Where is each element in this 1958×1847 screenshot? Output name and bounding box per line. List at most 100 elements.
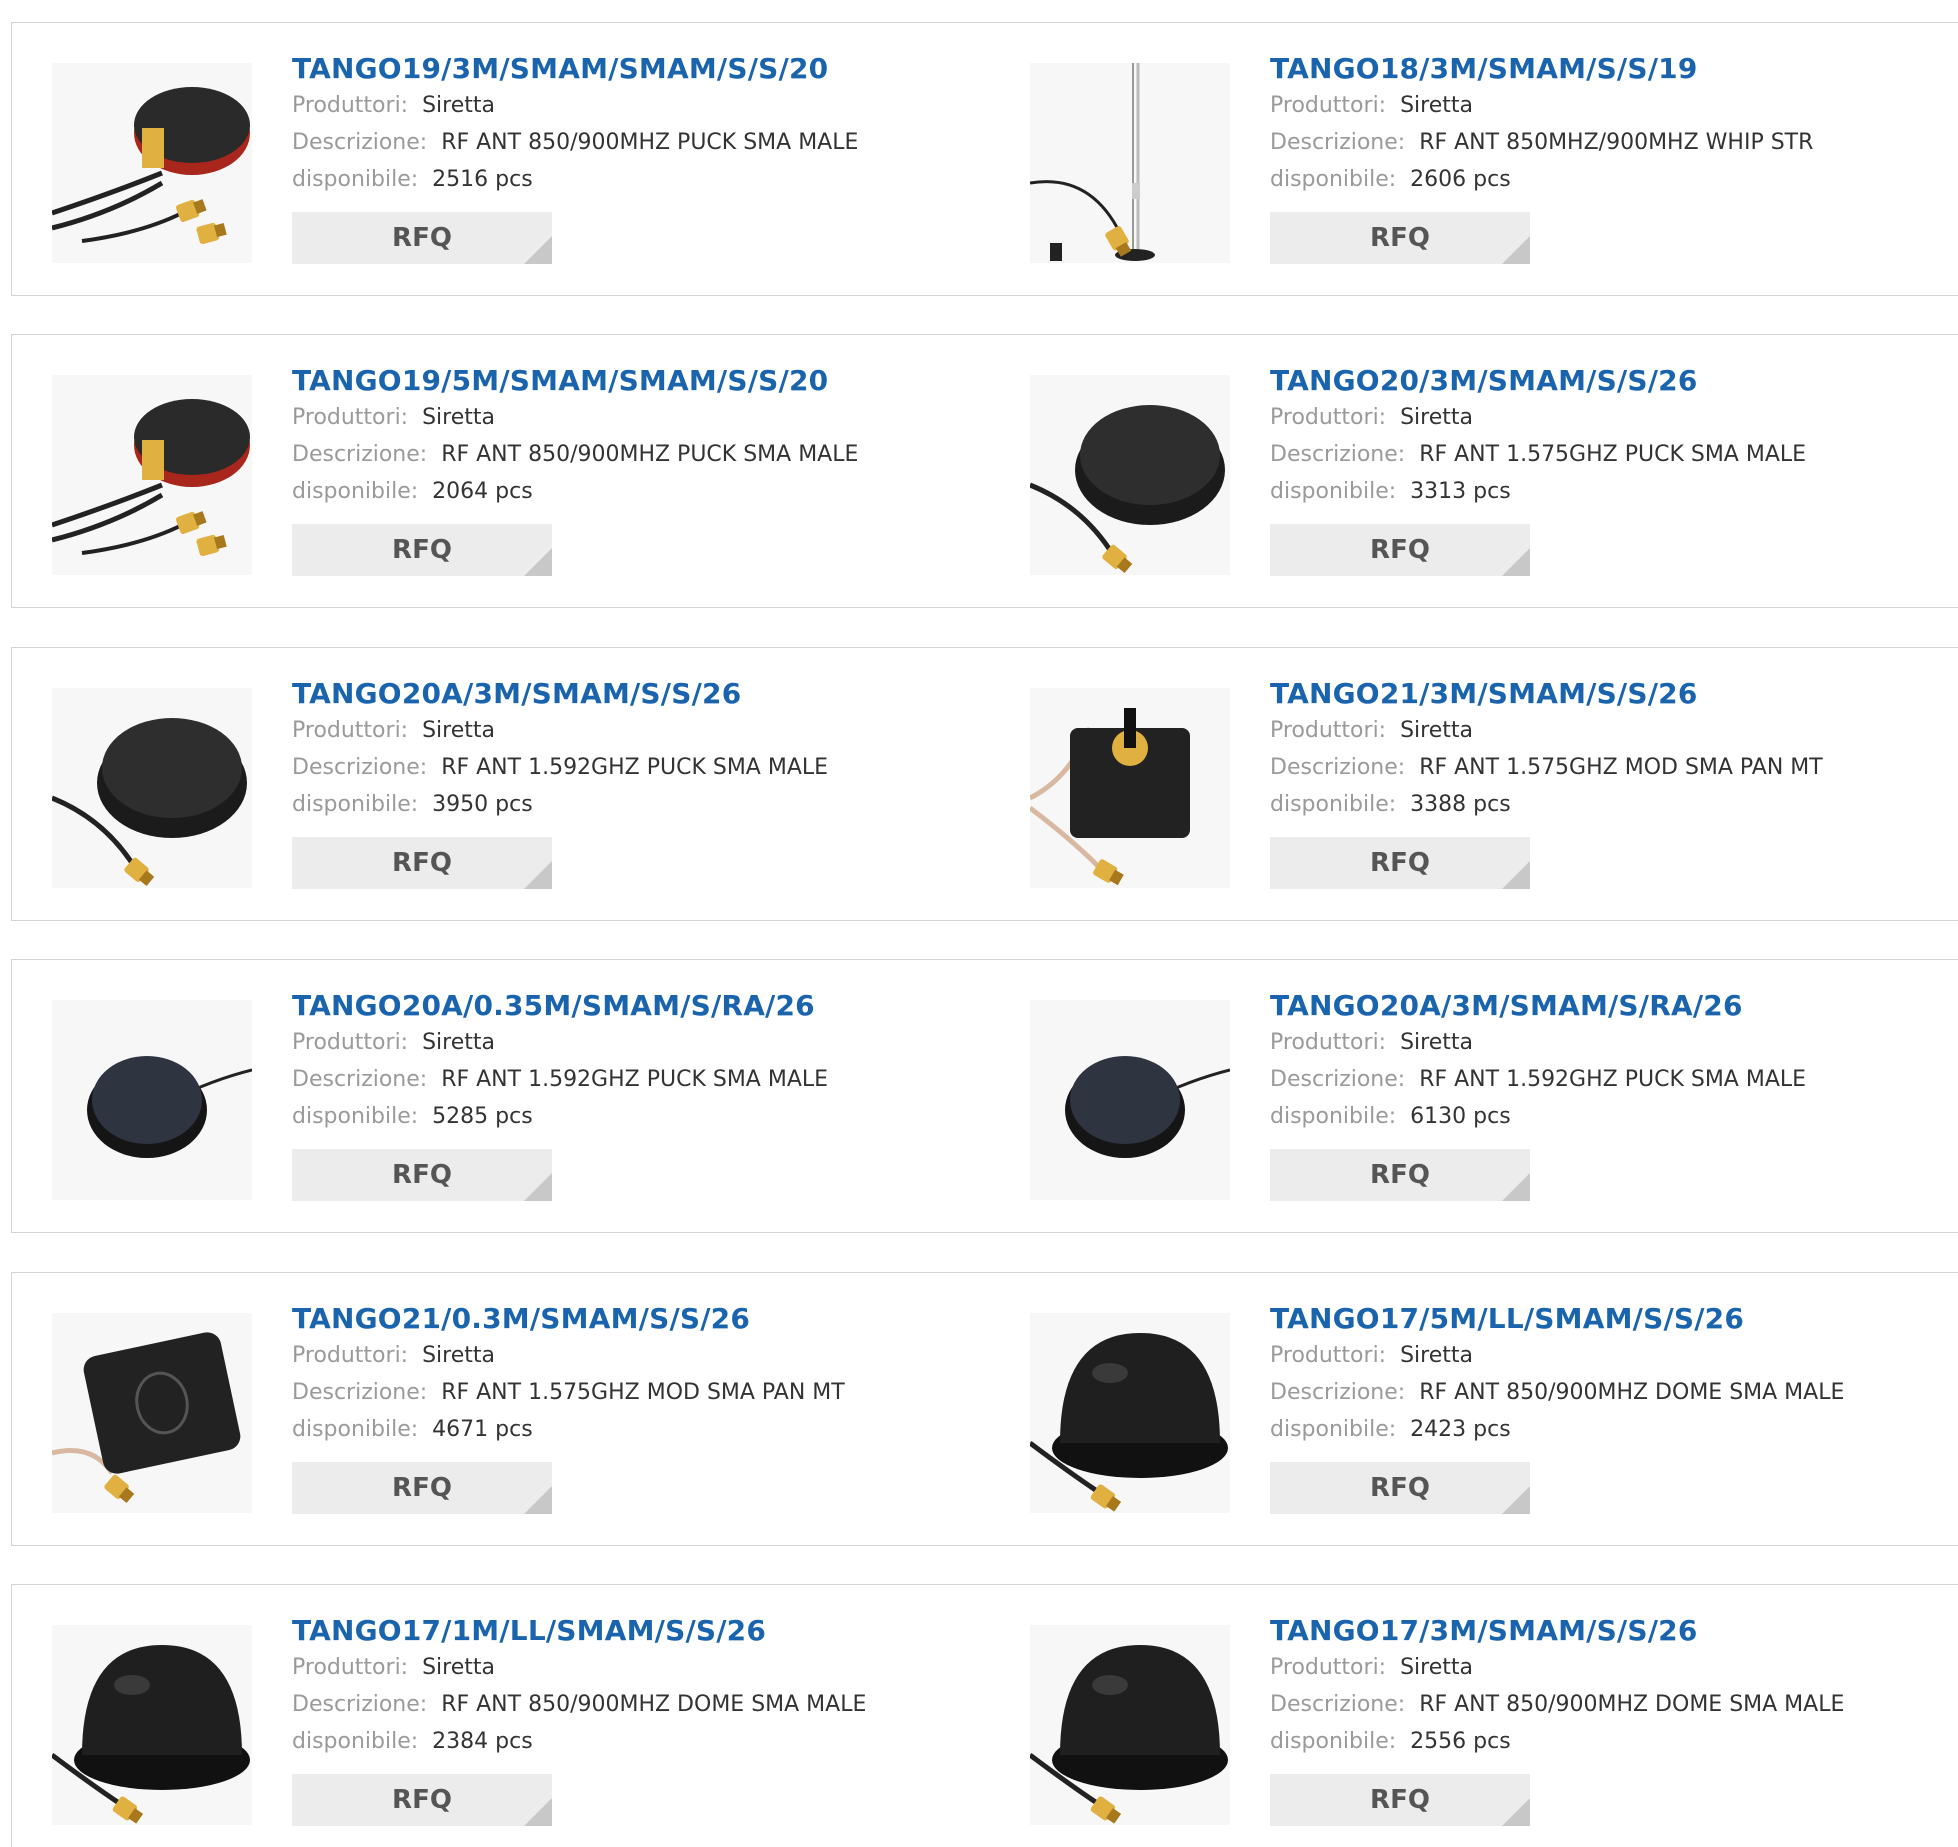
product-image[interactable] <box>1030 1000 1230 1200</box>
rfq-button[interactable]: RFQ <box>292 1149 552 1201</box>
description-label: Descrizione: <box>292 1067 428 1092</box>
manufacturer-value: Siretta <box>422 718 496 743</box>
rfq-button[interactable]: RFQ <box>292 837 552 889</box>
product-card: TANGO20A/3M/SMAM/S/S/26 Produttori: Siret… <box>11 647 991 921</box>
product-title-link[interactable]: TANGO21/0.3M/SMAM/S/S/26 <box>292 1301 980 1337</box>
manufacturer-label: Produttori: <box>1270 93 1387 118</box>
availability-value: 5285 pcs <box>432 1104 533 1129</box>
product-image[interactable] <box>1030 1625 1230 1825</box>
rfq-label: RFQ <box>392 848 452 878</box>
product-info: TANGO20A/3M/SMAM/S/S/26 Produttori: Siret… <box>292 676 980 889</box>
description-row: Descrizione: RF ANT 1.575GHZ MOD SMA PAN … <box>292 1374 980 1411</box>
availability-label: disponibile: <box>1270 479 1397 504</box>
rfq-button[interactable]: RFQ <box>1270 1774 1530 1826</box>
product-card: TANGO18/3M/SMAM/S/S/19 Produttori: Sirett… <box>990 22 1958 296</box>
availability-label: disponibile: <box>1270 1104 1397 1129</box>
description-value: RF ANT 1.592GHZ PUCK SMA MALE <box>441 1067 829 1092</box>
description-row: Descrizione: RF ANT 1.592GHZ PUCK SMA MAL… <box>292 1061 980 1098</box>
product-card: TANGO21/0.3M/SMAM/S/S/26 Produttori: Sire… <box>11 1272 991 1546</box>
corner-fold-icon <box>524 1486 552 1514</box>
product-title-link[interactable]: TANGO19/5M/SMAM/SMAM/S/S/20 <box>292 363 980 399</box>
rfq-label: RFQ <box>1370 535 1430 565</box>
corner-fold-icon <box>1502 861 1530 889</box>
manufacturer-value: Siretta <box>1400 93 1474 118</box>
manufacturer-value: Siretta <box>1400 718 1474 743</box>
availability-value: 2423 pcs <box>1410 1417 1511 1442</box>
product-title-link[interactable]: TANGO20A/0.35M/SMAM/S/RA/26 <box>292 988 980 1024</box>
product-image[interactable] <box>1030 688 1230 888</box>
product-title-link[interactable]: TANGO17/1M/LL/SMAM/S/S/26 <box>292 1613 980 1649</box>
product-title-link[interactable]: TANGO21/3M/SMAM/S/S/26 <box>1270 676 1948 712</box>
manufacturer-row: Produttori: Siretta <box>1270 87 1948 124</box>
manufacturer-value: Siretta <box>1400 1343 1474 1368</box>
rfq-label: RFQ <box>1370 1785 1430 1815</box>
product-info: TANGO17/3M/SMAM/S/S/26 Produttori: Sirett… <box>1270 1613 1948 1826</box>
rfq-button[interactable]: RFQ <box>1270 524 1530 576</box>
manufacturer-label: Produttori: <box>292 405 409 430</box>
rfq-label: RFQ <box>1370 223 1430 253</box>
description-value: RF ANT 1.575GHZ MOD SMA PAN MT <box>441 1380 845 1405</box>
rfq-button[interactable]: RFQ <box>292 1774 552 1826</box>
description-row: Descrizione: RF ANT 850MHZ/900MHZ WHIP ST… <box>1270 124 1948 161</box>
availability-label: disponibile: <box>1270 1417 1397 1442</box>
manufacturer-label: Produttori: <box>292 93 409 118</box>
product-info: TANGO20/3M/SMAM/S/S/26 Produttori: Sirett… <box>1270 363 1948 576</box>
availability-value: 6130 pcs <box>1410 1104 1511 1129</box>
rfq-label: RFQ <box>1370 848 1430 878</box>
description-value: RF ANT 850MHZ/900MHZ WHIP STR <box>1419 130 1814 155</box>
manufacturer-value: Siretta <box>422 1343 496 1368</box>
rfq-button[interactable]: RFQ <box>1270 1149 1530 1201</box>
manufacturer-value: Siretta <box>422 405 496 430</box>
product-grid: TANGO19/3M/SMAM/SMAM/S/S/20 Produttori: S… <box>0 0 1958 1847</box>
product-info: TANGO19/3M/SMAM/SMAM/S/S/20 Produttori: S… <box>292 51 980 264</box>
rfq-button[interactable]: RFQ <box>1270 212 1530 264</box>
availability-value: 3388 pcs <box>1410 792 1511 817</box>
manufacturer-row: Produttori: Siretta <box>292 712 980 749</box>
product-info: TANGO21/3M/SMAM/S/S/26 Produttori: Sirett… <box>1270 676 1948 889</box>
rfq-button[interactable]: RFQ <box>292 212 552 264</box>
product-card: TANGO17/3M/SMAM/S/S/26 Produttori: Sirett… <box>990 1584 1958 1847</box>
rfq-button[interactable]: RFQ <box>292 524 552 576</box>
product-title-link[interactable]: TANGO17/5M/LL/SMAM/S/S/26 <box>1270 1301 1948 1337</box>
description-row: Descrizione: RF ANT 1.592GHZ PUCK SMA MAL… <box>1270 1061 1948 1098</box>
manufacturer-label: Produttori: <box>292 718 409 743</box>
product-title-link[interactable]: TANGO18/3M/SMAM/S/S/19 <box>1270 51 1948 87</box>
manufacturer-value: Siretta <box>422 93 496 118</box>
product-title-link[interactable]: TANGO20/3M/SMAM/S/S/26 <box>1270 363 1948 399</box>
product-image[interactable] <box>1030 63 1230 263</box>
manufacturer-row: Produttori: Siretta <box>292 1337 980 1374</box>
rfq-button[interactable]: RFQ <box>1270 837 1530 889</box>
product-image[interactable] <box>52 1313 252 1513</box>
description-row: Descrizione: RF ANT 850/900MHZ DOME SMA M… <box>1270 1374 1948 1411</box>
availability-label: disponibile: <box>292 1104 419 1129</box>
corner-fold-icon <box>1502 1173 1530 1201</box>
rfq-button[interactable]: RFQ <box>1270 1462 1530 1514</box>
product-image[interactable] <box>52 688 252 888</box>
description-label: Descrizione: <box>292 755 428 780</box>
product-title-link[interactable]: TANGO20A/3M/SMAM/S/S/26 <box>292 676 980 712</box>
product-image[interactable] <box>52 1625 252 1825</box>
description-label: Descrizione: <box>292 130 428 155</box>
product-image[interactable] <box>1030 1313 1230 1513</box>
manufacturer-value: Siretta <box>422 1030 496 1055</box>
product-image[interactable] <box>1030 375 1230 575</box>
product-image[interactable] <box>52 1000 252 1200</box>
product-image[interactable] <box>52 375 252 575</box>
product-title-link[interactable]: TANGO20A/3M/SMAM/S/RA/26 <box>1270 988 1948 1024</box>
product-info: TANGO21/0.3M/SMAM/S/S/26 Produttori: Sire… <box>292 1301 980 1514</box>
availability-value: 2606 pcs <box>1410 167 1511 192</box>
description-value: RF ANT 850/900MHZ PUCK SMA MALE <box>441 130 859 155</box>
rfq-label: RFQ <box>392 1785 452 1815</box>
product-info: TANGO18/3M/SMAM/S/S/19 Produttori: Sirett… <box>1270 51 1948 264</box>
availability-value: 2556 pcs <box>1410 1729 1511 1754</box>
product-card: TANGO21/3M/SMAM/S/S/26 Produttori: Sirett… <box>990 647 1958 921</box>
rfq-button[interactable]: RFQ <box>292 1462 552 1514</box>
availability-row: disponibile: 3313 pcs <box>1270 473 1948 510</box>
availability-row: disponibile: 5285 pcs <box>292 1098 980 1135</box>
availability-label: disponibile: <box>292 1729 419 1754</box>
description-label: Descrizione: <box>292 1692 428 1717</box>
product-title-link[interactable]: TANGO19/3M/SMAM/SMAM/S/S/20 <box>292 51 980 87</box>
description-value: RF ANT 1.592GHZ PUCK SMA MALE <box>441 755 829 780</box>
product-image[interactable] <box>52 63 252 263</box>
product-title-link[interactable]: TANGO17/3M/SMAM/S/S/26 <box>1270 1613 1948 1649</box>
